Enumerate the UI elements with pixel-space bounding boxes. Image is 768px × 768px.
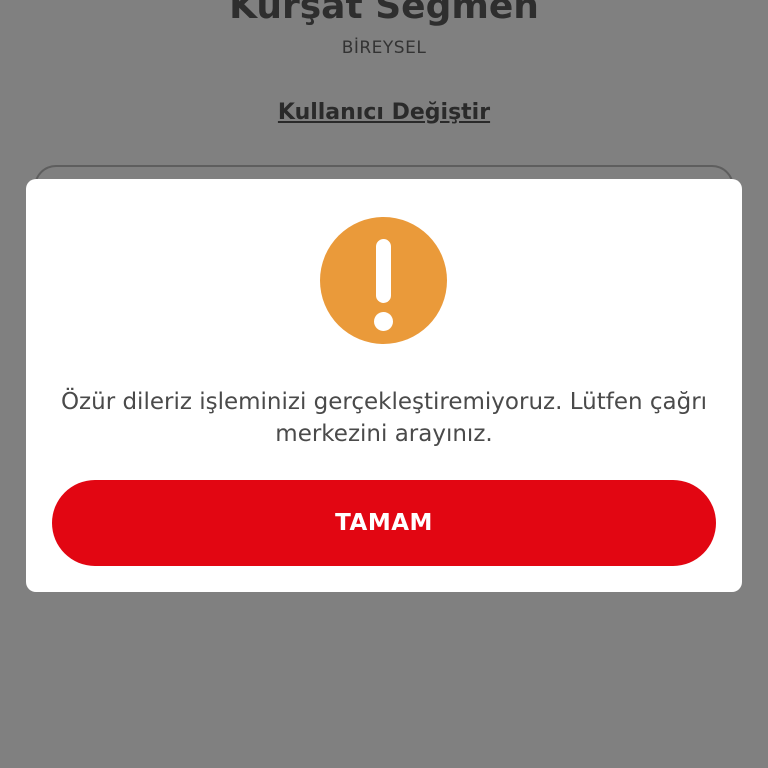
exclamation-bar bbox=[376, 239, 391, 303]
change-user-container: Kullanıcı Değiştir bbox=[0, 100, 768, 125]
alert-dialog: Özür dileriz işleminizi gerçekleştiremiy… bbox=[26, 179, 742, 592]
exclamation-icon bbox=[320, 217, 447, 344]
user-type-label: BİREYSEL bbox=[341, 38, 427, 58]
exclamation-dot bbox=[374, 312, 393, 331]
ok-button[interactable]: TAMAM bbox=[52, 480, 716, 566]
user-name: Kürşat Seğmen bbox=[229, 0, 539, 27]
alert-message: Özür dileriz işleminizi gerçekleştiremiy… bbox=[60, 389, 708, 447]
change-user-link[interactable]: Kullanıcı Değiştir bbox=[278, 100, 490, 125]
